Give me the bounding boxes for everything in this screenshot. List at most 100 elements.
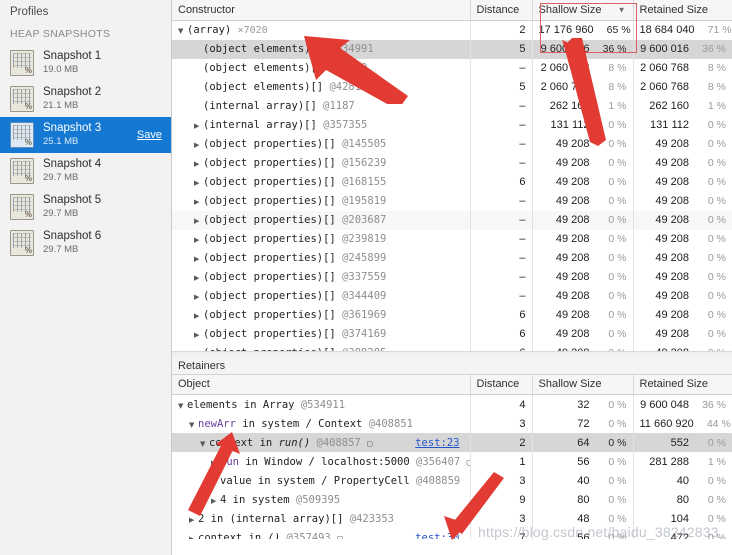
retainer-retained-size-cell: 5520 % [633, 433, 732, 452]
column-header-retainers-distance[interactable]: Distance [470, 375, 532, 395]
twisty-collapsed-icon[interactable]: ▶ [211, 497, 220, 505]
constructor-row[interactable]: ▶(internal array)[] @357355–131 1120 %13… [172, 116, 732, 135]
retainer-row[interactable]: ▼elements in Array @5349114320 %9 600 04… [172, 395, 732, 414]
shallow-size-cell: 49 2080 % [532, 135, 633, 154]
retained-size-cell: 9 600 01636 % [633, 40, 732, 59]
shallow-size-cell-value: 49 208 [556, 195, 590, 207]
heap-snapshot-icon [10, 158, 34, 184]
retainer-row[interactable]: ▶context in () @357493 ▢test:307560 %472… [172, 528, 732, 539]
retainer-row[interactable]: ▼context in run() @408857 ▢test:232640 %… [172, 433, 732, 452]
twisty-expanded-icon[interactable]: ▼ [189, 421, 198, 429]
twisty-collapsed-icon[interactable]: ▶ [194, 255, 203, 263]
shallow-size-cell: 49 2080 % [532, 211, 633, 230]
save-snapshot-link[interactable]: Save [137, 129, 162, 141]
retainer-row[interactable]: ▼newArr in system / Context @4088513720 … [172, 414, 732, 433]
constructor-row[interactable]: ▼(array) ×7020217 176 96065 %18 684 0407… [172, 21, 732, 40]
constructor-row[interactable]: ▶(object elements)[] @53499159 600 01636… [172, 40, 732, 59]
retainer-row[interactable]: ▶4 in system @5093959800 %800 % [172, 490, 732, 509]
twisty-collapsed-icon[interactable]: ▶ [194, 122, 203, 130]
constructor-cell: ▶(object elements)[] @534991 [172, 40, 470, 59]
snapshot-item-5[interactable]: Snapshot 529.7 MB [0, 189, 171, 225]
constructor-row[interactable]: ▶(object properties)[] @344409–49 2080 %… [172, 287, 732, 306]
retainer-row[interactable]: ▶value in system / PropertyCell @4088593… [172, 471, 732, 490]
retained-size-cell-value: 49 208 [655, 157, 689, 169]
twisty-collapsed-icon[interactable]: ▶ [189, 516, 198, 524]
column-header-shallow-size[interactable]: Shallow Size ▼ [532, 0, 633, 20]
retainer-object-id: @423353 [350, 513, 394, 525]
retainers-rows-viewport[interactable]: ▼elements in Array @5349114320 %9 600 04… [172, 395, 732, 539]
retainer-shallow-size-cell-value: 48 [577, 513, 589, 525]
shallow-size-cell-value: 49 208 [556, 214, 590, 226]
object-id: @195819 [342, 195, 386, 207]
twisty-collapsed-icon[interactable]: ▶ [194, 331, 203, 339]
constructor-row[interactable]: ▶(internal array)[] @1187–262 1601 %262 … [172, 97, 732, 116]
retainer-shallow-size-cell-value: 56 [577, 532, 589, 540]
open-in-sources-icon[interactable]: ▢ [337, 534, 342, 540]
shallow-size-cell-value: 49 208 [556, 233, 590, 245]
column-header-distance[interactable]: Distance [470, 0, 532, 20]
source-location-link[interactable]: test:30 [415, 532, 459, 540]
open-in-sources-icon[interactable]: ▢ [467, 458, 470, 468]
constructor-row[interactable]: ▶(object elements)[] @80379–2 060 7688 %… [172, 59, 732, 78]
constructor-row[interactable]: ▶(object properties)[] @156239–49 2080 %… [172, 154, 732, 173]
retained-size-cell-value: 49 208 [655, 214, 689, 226]
retained-size-cell-value: 131 112 [650, 119, 689, 131]
twisty-expanded-icon[interactable]: ▼ [178, 27, 187, 35]
retained-size-cell: 49 2080 % [633, 230, 732, 249]
column-header-object[interactable]: Object [172, 375, 470, 395]
constructor-row[interactable]: ▶(object properties)[] @361969649 2080 %… [172, 306, 732, 325]
column-header-retainers-shallow-size[interactable]: Shallow Size [532, 375, 633, 395]
twisty-collapsed-icon[interactable]: ▶ [211, 478, 220, 486]
snapshot-item-1[interactable]: Snapshot 119.0 MB [0, 45, 171, 81]
constructor-row[interactable]: ▶(object properties)[] @195819–49 2080 %… [172, 192, 732, 211]
column-header-constructor[interactable]: Constructor [172, 0, 470, 20]
twisty-collapsed-icon[interactable]: ▶ [189, 535, 198, 540]
retained-size-cell-value: 49 208 [655, 252, 689, 264]
twisty-collapsed-icon[interactable]: ▶ [194, 312, 203, 320]
retainer-distance-cell: 2 [470, 433, 532, 452]
twisty-collapsed-icon[interactable]: ▶ [194, 179, 203, 187]
shallow-size-cell-value: 49 208 [556, 252, 590, 264]
snapshot-item-4[interactable]: Snapshot 429.7 MB [0, 153, 171, 189]
constructor-row[interactable]: ▶(object properties)[] @168155649 2080 %… [172, 173, 732, 192]
twisty-collapsed-icon[interactable]: ▶ [194, 141, 203, 149]
twisty-collapsed-icon[interactable]: ▶ [194, 236, 203, 244]
column-header-retainers-retained-size[interactable]: Retained Size [633, 375, 732, 395]
constructor-row[interactable]: ▶(object properties)[] @239819–49 2080 %… [172, 230, 732, 249]
twisty-expanded-icon[interactable]: ▼ [178, 402, 187, 410]
constructor-row[interactable]: ▶(object properties)[] @203687–49 2080 %… [172, 211, 732, 230]
constructor-row[interactable]: ▶(object properties)[] @388285649 2080 %… [172, 344, 732, 351]
constructor-row[interactable]: ▶(object properties)[] @337559–49 2080 %… [172, 268, 732, 287]
twisty-collapsed-icon[interactable]: ▶ [194, 293, 203, 301]
retainer-row[interactable]: ▶run in Window / localhost:5000 @356407 … [172, 452, 732, 471]
retainer-in-keyword: in [253, 437, 278, 449]
twisty-collapsed-icon[interactable]: ▶ [194, 274, 203, 282]
constructor-row[interactable]: ▶(object elements)[] @42815352 060 7688 … [172, 78, 732, 97]
constructor-row[interactable]: ▶(object properties)[] @145505–49 2080 %… [172, 135, 732, 154]
constructor-row[interactable]: ▶(object properties)[] @245899–49 2080 %… [172, 249, 732, 268]
retainer-retained-size-cell: 9 600 04836 % [633, 395, 732, 414]
open-in-sources-icon[interactable]: ▢ [367, 439, 372, 449]
twisty-collapsed-icon[interactable]: ▶ [194, 160, 203, 168]
twisty-collapsed-icon[interactable]: ▶ [194, 217, 203, 225]
shallow-size-cell-value: 2 060 768 [541, 62, 590, 74]
constructor-rows-viewport[interactable]: ▼(array) ×7020217 176 96065 %18 684 0407… [172, 21, 732, 351]
column-header-retained-size[interactable]: Retained Size [633, 0, 732, 20]
twisty-expanded-icon[interactable]: ▼ [200, 440, 209, 448]
shallow-size-cell-percent: 0 % [597, 233, 627, 245]
snapshot-item-3[interactable]: Snapshot 325.1 MBSave [0, 117, 171, 153]
twisty-collapsed-icon[interactable]: ▶ [194, 350, 203, 351]
twisty-collapsed-icon[interactable]: ▶ [194, 198, 203, 206]
distance-cell: 6 [470, 306, 532, 325]
twisty-collapsed-icon[interactable]: ▶ [211, 459, 220, 467]
retained-size-cell-percent: 0 % [696, 290, 726, 302]
retainer-shallow-size-cell-percent: 0 % [597, 418, 627, 430]
retainer-row[interactable]: ▶2 in (internal array)[] @4233533480 %10… [172, 509, 732, 528]
constructor-row[interactable]: ▶(object properties)[] @374169649 2080 %… [172, 325, 732, 344]
retainers-table-body: ▼elements in Array @5349114320 %9 600 04… [172, 395, 732, 539]
object-id: @534991 [329, 43, 373, 55]
snapshot-item-6[interactable]: Snapshot 629.7 MB [0, 225, 171, 261]
snapshot-item-2[interactable]: Snapshot 221.1 MB [0, 81, 171, 117]
retainer-shallow-size-cell: 640 % [532, 433, 633, 452]
source-location-link[interactable]: test:23 [415, 437, 459, 449]
